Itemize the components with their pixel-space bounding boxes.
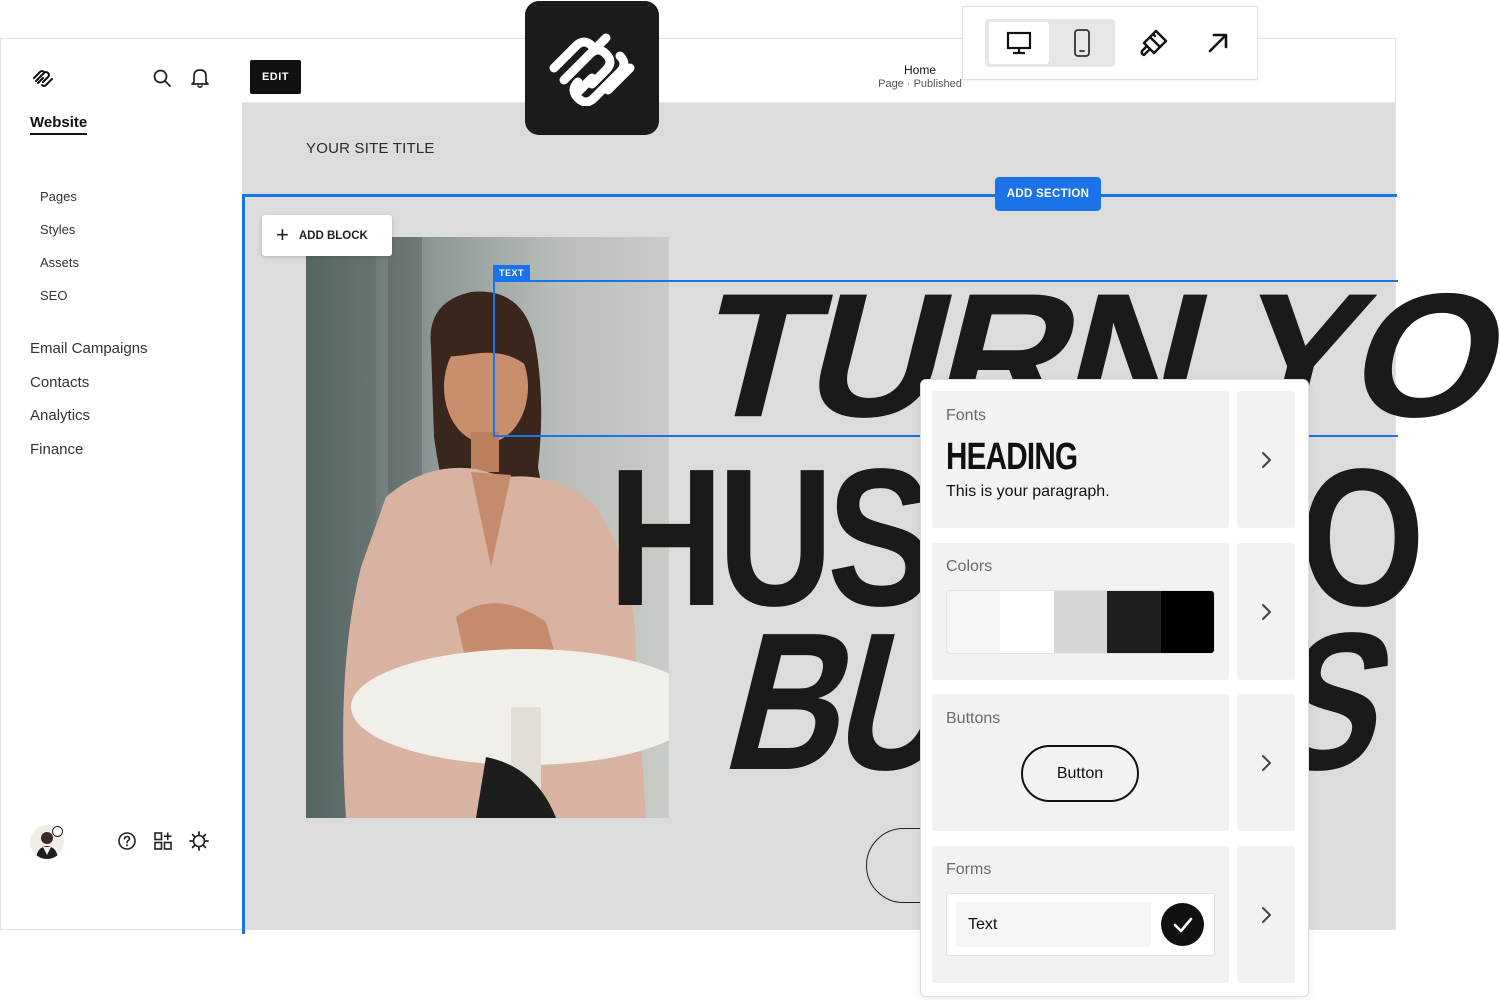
button-style-sample[interactable]: Button: [1021, 745, 1139, 802]
nav-email-campaigns[interactable]: Email Campaigns: [30, 340, 148, 357]
nav-website[interactable]: Website: [30, 114, 88, 135]
chevron-right-icon: [1262, 603, 1271, 620]
form-submit-check-button[interactable]: [1161, 903, 1204, 946]
nav-styles[interactable]: Styles: [40, 222, 75, 237]
nav-pages[interactable]: Pages: [40, 189, 77, 204]
apps-grid-icon[interactable]: [152, 830, 174, 852]
chevron-right-icon: [1262, 754, 1271, 771]
sidebar: [1, 39, 241, 929]
forms-card-arrow[interactable]: [1237, 846, 1295, 983]
nav-seo[interactable]: SEO: [40, 288, 67, 303]
fonts-card-arrow[interactable]: [1237, 391, 1295, 528]
desktop-view-button[interactable]: [989, 22, 1049, 64]
add-block-label: ADD BLOCK: [298, 229, 368, 242]
site-title[interactable]: YOUR SITE TITLE: [306, 140, 435, 157]
add-block-button[interactable]: + ADD BLOCK: [262, 215, 392, 256]
edit-button[interactable]: EDIT: [250, 60, 301, 94]
mobile-phone-icon: [1074, 29, 1090, 57]
font-heading-sample: HEADING: [946, 436, 1078, 478]
colors-card-arrow[interactable]: [1237, 543, 1295, 680]
desktop-monitor-icon: [1006, 31, 1032, 55]
color-swatch: [947, 591, 1001, 653]
help-icon[interactable]: [116, 830, 138, 852]
add-section-button[interactable]: ADD SECTION: [995, 177, 1101, 211]
settings-gear-icon[interactable]: [188, 830, 210, 852]
avatar-badge-icon: [52, 826, 63, 837]
form-text-field[interactable]: Text: [956, 902, 1151, 947]
colors-label: Colors: [946, 558, 993, 575]
buttons-card-arrow[interactable]: [1237, 694, 1295, 831]
color-swatch: [1107, 591, 1161, 653]
buttons-label: Buttons: [946, 710, 1001, 727]
checkmark-icon: [1173, 917, 1192, 932]
page-title: Home: [903, 63, 936, 77]
fonts-label: Fonts: [946, 407, 987, 424]
chevron-right-icon: [1262, 451, 1271, 468]
color-swatch: [1160, 591, 1214, 653]
mobile-view-button[interactable]: [1053, 22, 1111, 64]
squarespace-logo-icon[interactable]: [31, 68, 55, 88]
bell-icon[interactable]: [189, 66, 211, 90]
text-block-tag: TEXT: [493, 265, 530, 281]
nav-finance[interactable]: Finance: [30, 441, 83, 458]
font-paragraph-sample: This is your paragraph.: [946, 483, 1110, 500]
color-swatch: [1000, 591, 1054, 653]
nav-assets[interactable]: Assets: [40, 255, 79, 270]
forms-label: Forms: [946, 861, 992, 878]
site-styles-brush-icon[interactable]: [1138, 27, 1170, 59]
plus-icon: +: [276, 221, 289, 247]
color-swatch: [1053, 591, 1108, 653]
chevron-right-icon: [1262, 906, 1271, 923]
squarespace-app-logo-icon: [525, 1, 659, 135]
search-icon[interactable]: [151, 67, 173, 89]
nav-contacts[interactable]: Contacts: [30, 374, 89, 391]
color-palette: [946, 590, 1215, 654]
app-window: Website Pages Styles Assets SEO Email Ca…: [0, 0, 1500, 1000]
nav-analytics[interactable]: Analytics: [30, 407, 90, 424]
open-site-arrow-icon[interactable]: [1204, 29, 1232, 57]
